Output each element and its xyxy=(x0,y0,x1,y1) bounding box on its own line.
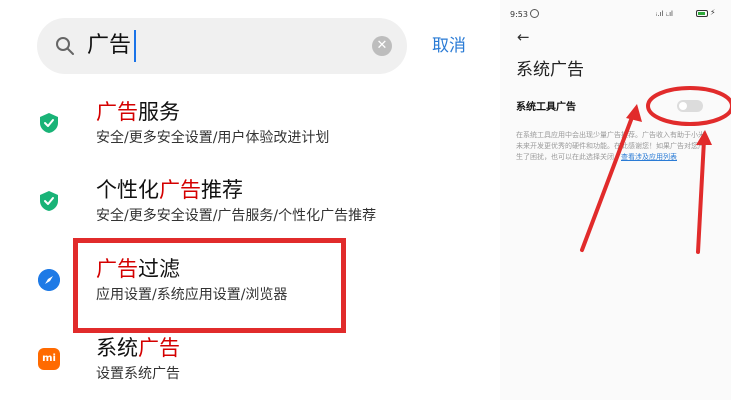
system-tool-ad-toggle[interactable] xyxy=(677,100,703,112)
search-icon xyxy=(56,37,74,55)
title-prefix: 个性化 xyxy=(96,178,159,202)
security-shield-icon xyxy=(40,191,58,211)
result-title: 系统广告 xyxy=(96,334,180,362)
setting-description: 在系统工具应用中会出现少量广告推荐。广告收入有助于小米未来开发更优秀的硬件和功能… xyxy=(516,130,706,163)
title-highlight: 广告 xyxy=(138,336,180,360)
search-result-system-ad[interactable]: mi 系统广告 设置系统广告 xyxy=(0,334,500,394)
alarm-icon xyxy=(530,9,539,18)
page-title: 系统广告 xyxy=(516,60,584,80)
security-shield-icon xyxy=(40,113,58,133)
result-title: 广告服务 xyxy=(96,98,180,126)
cancel-button[interactable]: 取消 xyxy=(432,34,466,58)
browser-compass-icon xyxy=(38,269,60,291)
app-list-link[interactable]: 查看涉及应用列表 xyxy=(621,153,677,161)
battery-icon xyxy=(696,10,708,17)
title-highlight: 广告 xyxy=(159,178,201,202)
title-prefix: 系统 xyxy=(96,336,138,360)
search-results-panel: 广告 ✕ 取消 广告服务 安全/更多安全设置/用户体验改进计划 个性化广告推荐 … xyxy=(0,0,500,400)
result-path: 设置系统广告 xyxy=(96,366,180,382)
title-rest: 推荐 xyxy=(201,178,243,202)
search-bar[interactable]: 广告 ✕ xyxy=(37,18,407,74)
status-time: 9:53 xyxy=(510,10,528,19)
toggle-knob xyxy=(679,102,687,110)
search-input[interactable]: 广告 xyxy=(87,29,131,63)
charging-icon: ⚡ xyxy=(710,8,716,17)
annotation-highlight-box xyxy=(73,238,346,333)
signal-icon: ᵢ.ıl ᵢ.ıl xyxy=(656,10,673,18)
title-rest: 服务 xyxy=(138,100,180,124)
result-path: 安全/更多安全设置/广告服务/个性化广告推荐 xyxy=(96,208,377,224)
text-cursor xyxy=(134,30,136,62)
title-highlight: 广告 xyxy=(96,100,138,124)
result-path: 安全/更多安全设置/用户体验改进计划 xyxy=(96,130,330,146)
result-title: 个性化广告推荐 xyxy=(96,176,243,204)
clear-search-button[interactable]: ✕ xyxy=(372,36,392,56)
search-result-personalized-ad[interactable]: 个性化广告推荐 安全/更多安全设置/广告服务/个性化广告推荐 xyxy=(0,176,500,236)
mi-logo-icon: mi xyxy=(38,348,60,370)
search-result-ad-service[interactable]: 广告服务 安全/更多安全设置/用户体验改进计划 xyxy=(0,98,500,158)
annotation-arrowhead-left xyxy=(626,104,642,122)
back-arrow-icon[interactable]: ← xyxy=(517,30,530,45)
system-tool-ad-label: 系统工具广告 xyxy=(516,102,576,113)
system-ad-settings-panel: 9:53 ᵢ.ıl ᵢ.ıl ⚡ ← 系统广告 系统工具广告 在系统工具应用中会… xyxy=(500,0,731,400)
